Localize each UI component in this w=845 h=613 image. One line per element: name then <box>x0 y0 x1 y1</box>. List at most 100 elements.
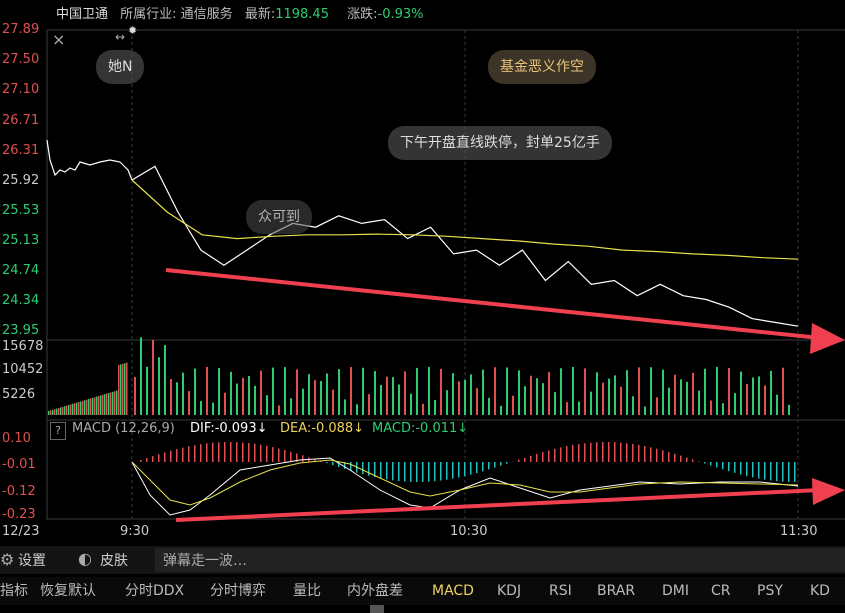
volume-bar <box>200 401 202 415</box>
volume-bar <box>626 370 628 415</box>
volume-bar <box>572 367 574 415</box>
tab-indicator[interactable]: 指标 <box>0 577 28 605</box>
macd-bar <box>458 462 460 478</box>
volume-bar <box>596 372 598 415</box>
tab-kdj[interactable]: KDJ <box>497 577 521 605</box>
macd-bar <box>554 448 556 462</box>
resize-icon[interactable]: ↔ <box>115 30 125 44</box>
volume-bar <box>584 368 586 415</box>
macd-bar <box>398 462 400 482</box>
volume-bar <box>368 394 370 415</box>
tab-ddx[interactable]: 分时DDX <box>125 577 184 605</box>
volume-bar <box>56 408 58 415</box>
volume-bar <box>62 406 64 415</box>
macd-bar <box>350 462 352 471</box>
volume-bar <box>428 367 430 415</box>
volume-bar <box>182 372 184 415</box>
tab-kd[interactable]: KD <box>810 577 830 605</box>
macd-bar <box>632 443 634 462</box>
macd-bar <box>584 443 586 462</box>
macd-bar <box>434 462 436 482</box>
macd-bar <box>494 462 496 468</box>
volume-bar <box>88 399 90 415</box>
volume-bar <box>728 368 730 415</box>
tab-cr[interactable]: CR <box>711 577 731 605</box>
skin-button[interactable]: 皮肤 <box>100 550 128 570</box>
trend-arrow-price <box>165 268 845 354</box>
tab-dmi[interactable]: DMI <box>662 577 689 605</box>
tab-volume-ratio[interactable]: 量比 <box>293 577 321 605</box>
macd-bar <box>242 442 244 462</box>
volume-bar <box>476 388 478 415</box>
tab-rsi[interactable]: RSI <box>549 577 572 605</box>
macd-bar <box>284 450 286 462</box>
volume-bar <box>740 371 742 415</box>
macd-bar <box>482 462 484 472</box>
volume-bar <box>158 357 160 415</box>
volume-bar <box>104 394 106 415</box>
macd-bar <box>368 462 370 476</box>
volume-bar <box>134 377 136 415</box>
volume-bar <box>206 367 208 415</box>
scroll-handle[interactable] <box>370 605 384 613</box>
volume-bar <box>170 379 172 415</box>
volume-bar <box>506 367 508 415</box>
volume-bar <box>512 395 514 415</box>
volume-bar <box>266 395 268 415</box>
volume-bar <box>668 387 670 415</box>
help-icon[interactable]: ? <box>50 422 66 440</box>
tab-reset[interactable]: 恢复默认 <box>40 577 96 605</box>
volume-bar <box>770 370 772 415</box>
macd-bar <box>416 462 418 482</box>
tab-macd[interactable]: MACD <box>432 577 474 605</box>
volume-bar <box>470 374 472 415</box>
volume-bar <box>194 368 196 415</box>
macd-bar <box>542 452 544 462</box>
volume-bar <box>146 366 148 415</box>
volume-bar <box>650 367 652 415</box>
macd-bar <box>146 458 148 462</box>
macd-bar <box>608 442 610 462</box>
volume-bar <box>60 407 62 415</box>
volume-bar <box>560 368 562 415</box>
volume-bar <box>102 394 104 415</box>
volume-bar <box>290 398 292 415</box>
tab-psy[interactable]: PSY <box>757 577 783 605</box>
volume-bar <box>92 397 94 415</box>
tab-game[interactable]: 分时博弈 <box>210 577 266 605</box>
volume-bar <box>578 401 580 415</box>
macd-bar <box>794 462 796 482</box>
macd-bar <box>548 450 550 462</box>
macd-bar <box>164 452 166 462</box>
macd-bar <box>680 455 682 462</box>
volume-bar <box>120 364 122 415</box>
volume-bar <box>704 368 706 415</box>
volume-bar <box>124 363 126 415</box>
settings-button[interactable]: 设置 <box>18 550 46 570</box>
gear-icon[interactable]: ⚙ <box>0 550 14 569</box>
macd-bar <box>518 459 520 462</box>
volume-bar <box>386 376 388 415</box>
danmaku-bubble: 众可到 <box>246 200 312 234</box>
skin-icon[interactable]: ◐ <box>78 549 92 568</box>
macd-bar <box>602 442 604 462</box>
macd-bar <box>530 455 532 462</box>
volume-bar <box>632 396 634 415</box>
volume-bar <box>764 385 766 415</box>
volume-bar <box>500 405 502 415</box>
macd-bar <box>644 446 646 462</box>
macd-bar <box>662 450 664 462</box>
volume-bar <box>458 381 460 415</box>
tab-inner-outer[interactable]: 内外盘差 <box>347 577 403 605</box>
volume-bar <box>254 385 256 415</box>
macd-bar <box>536 453 538 462</box>
volume-bar <box>70 404 72 415</box>
macd-bar <box>704 462 706 464</box>
tab-brar[interactable]: BRAR <box>597 577 635 605</box>
volume-bar <box>116 390 118 415</box>
close-icon[interactable]: × <box>52 30 65 49</box>
danmaku-input[interactable]: 弹幕走一波… <box>155 548 845 572</box>
macd-bar <box>386 462 388 480</box>
volume-bar <box>72 403 74 415</box>
macd-bar <box>152 456 154 462</box>
